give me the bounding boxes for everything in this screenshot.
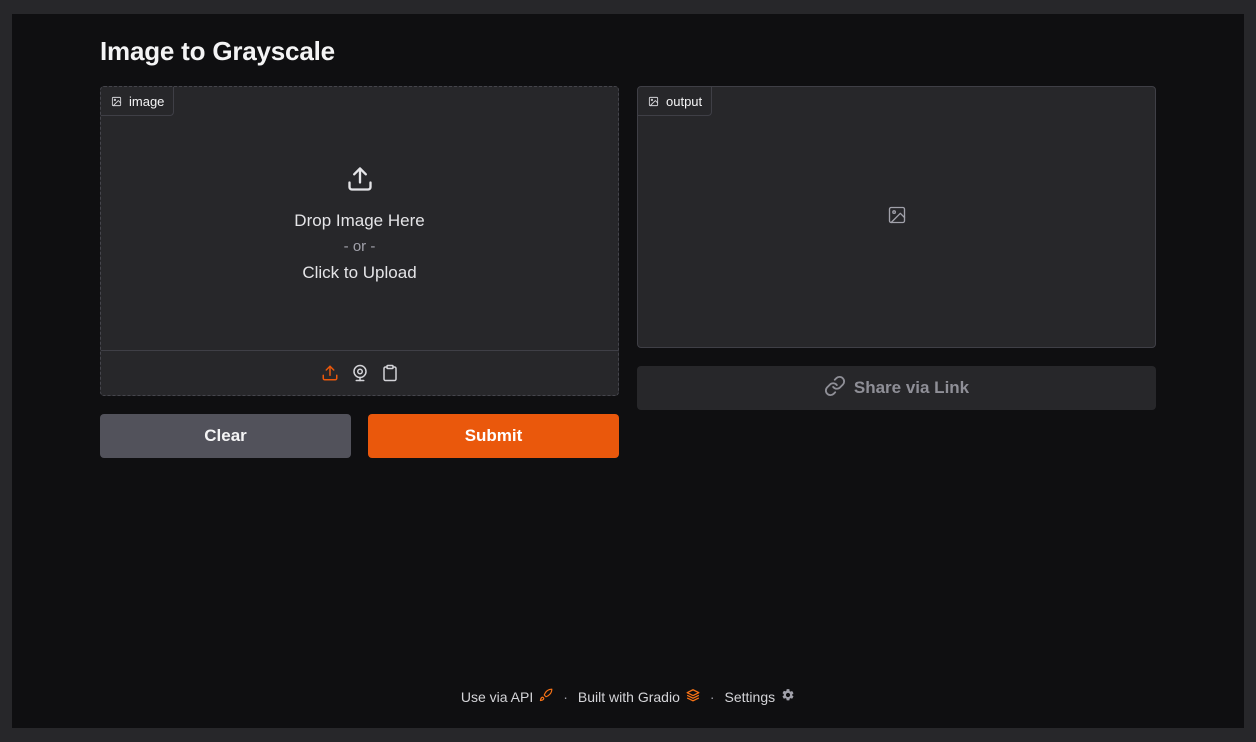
built-with-gradio-link[interactable]: Built with Gradio	[578, 688, 700, 705]
share-via-link-label: Share via Link	[853, 378, 970, 397]
upload-source-icon[interactable]	[320, 363, 340, 383]
settings-link[interactable]: Settings	[725, 688, 796, 705]
image-output-panel: output	[637, 86, 1156, 348]
image-input-panel[interactable]: image Drop Image Here - or - Click to Up…	[100, 86, 619, 396]
click-to-upload-text: Click to Upload	[302, 263, 417, 282]
app-frame: Image to Grayscale image Drop Image Here…	[12, 14, 1244, 728]
rocket-icon	[539, 688, 553, 705]
image-placeholder-icon	[887, 205, 907, 230]
share-via-link-button[interactable]: Share via Link	[637, 366, 1156, 410]
drop-image-text: Drop Image Here	[294, 211, 425, 230]
link-icon	[824, 375, 846, 402]
gear-icon	[781, 688, 795, 705]
use-via-api-link[interactable]: Use via API	[461, 688, 553, 705]
footer-separator: ·	[563, 688, 568, 705]
footer-separator: ·	[709, 688, 715, 705]
or-separator-text: - or -	[343, 238, 376, 255]
built-with-gradio-label: Built with Gradio	[577, 688, 680, 705]
webcam-icon[interactable]	[350, 363, 370, 383]
upload-icon	[346, 165, 374, 198]
clear-button[interactable]: Clear	[100, 414, 351, 458]
clipboard-icon[interactable]	[380, 363, 400, 383]
submit-button[interactable]: Submit	[368, 414, 619, 458]
settings-label: Settings	[724, 688, 776, 705]
output-empty-state	[638, 87, 1155, 347]
page-title: Image to Grayscale	[100, 36, 335, 66]
gradio-logo-icon	[686, 688, 700, 705]
upload-drop-zone[interactable]: Drop Image Here - or - Click to Upload	[101, 87, 618, 352]
footer: Use via API · Built with Gradio · Settin…	[12, 688, 1244, 705]
source-selector	[101, 350, 618, 395]
use-via-api-label: Use via API	[460, 688, 534, 705]
